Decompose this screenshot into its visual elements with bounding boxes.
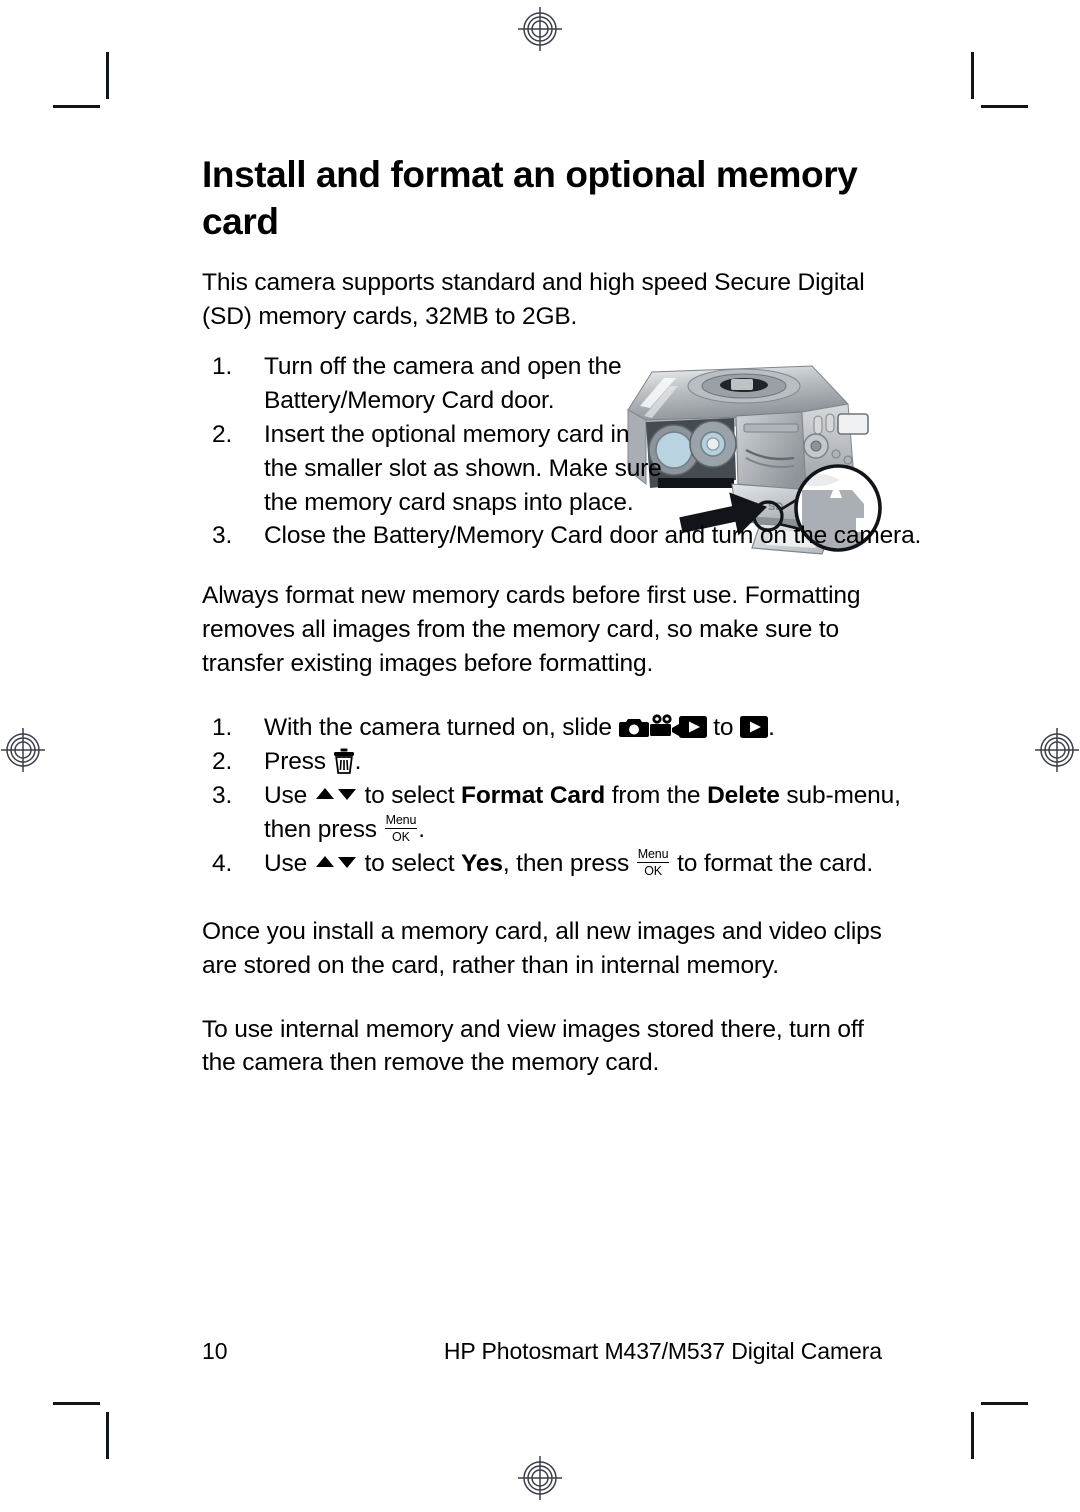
delete-menu-label: Delete (707, 781, 780, 809)
format-step-1-number: 1. (212, 714, 233, 742)
format-step-3: 3. Use to select Format Card from the De… (212, 779, 944, 847)
page-content: Install and format an optional memory ca… (202, 152, 921, 1080)
format-step-2-number: 2. (212, 748, 233, 776)
closing-paragraph-1: Once you install a memory card, all new … (202, 917, 882, 979)
closing-paragraph-2: To use internal memory and view images s… (202, 1015, 864, 1077)
format-step-2: 2. Press . (212, 745, 944, 779)
camera-icon (618, 716, 649, 738)
video-camera-icon (649, 714, 679, 738)
install-steps-section: SD 1. Turn off the camera and open the B… (202, 350, 921, 555)
format-step-3-number: 3. (212, 781, 233, 809)
format-step-1-text-post: . (768, 714, 775, 742)
format-note-paragraph: Always format new memory cards before fi… (202, 582, 861, 678)
format-step-3-text-pre: Use (264, 781, 308, 809)
format-step-4-number: 4. (212, 849, 233, 877)
page-title: Install and format an optional memory ca… (202, 154, 858, 242)
install-step-1-text: Turn off the camera and open the Battery… (264, 352, 622, 414)
menu-ok-icon-2-bottom: OK (644, 863, 662, 878)
up-down-arrows-icon (314, 786, 358, 802)
page-number: 10 (202, 1338, 228, 1364)
playback-icon-target (740, 716, 769, 739)
format-step-1: 1. With the camera turned on, slide to . (212, 711, 944, 745)
install-step-3-text: Close the Battery/Memory Card door and t… (264, 522, 922, 550)
format-step-1-text-mid: to (713, 714, 734, 742)
format-step-4-text-mid1: to select (364, 849, 455, 877)
install-step-3-number: 3. (212, 522, 233, 550)
playback-icon (678, 716, 707, 739)
manual-page: Install and format an optional memory ca… (0, 0, 1080, 1512)
install-step-2-text: Insert the optional memory card in the s… (264, 420, 662, 516)
menu-ok-icon-top: Menu (384, 812, 418, 829)
trash-icon (333, 748, 355, 774)
format-step-4-text-post: to format the card. (677, 849, 874, 877)
install-step-2: 2. Insert the optional memory card in th… (212, 418, 664, 520)
format-step-3-text-mid1: to select (364, 781, 455, 809)
format-step-4-text-mid2: , then press (502, 849, 630, 877)
yes-option-label: Yes (461, 849, 503, 877)
install-step-3: 3. Close the Battery/Memory Card door an… (212, 519, 944, 553)
format-step-4-text-pre: Use (264, 849, 308, 877)
product-name: HP Photosmart M437/M537 Digital Camera (443, 1338, 882, 1364)
format-step-1-text-pre: With the camera turned on, slide (264, 714, 612, 742)
menu-ok-icon-2: Menu OK (636, 846, 670, 878)
intro-paragraph: This camera supports standard and high s… (202, 268, 865, 330)
format-step-2-text-post: . (354, 748, 362, 776)
format-step-3-text-post: . (418, 815, 425, 843)
menu-ok-icon-bottom: OK (392, 829, 410, 844)
menu-ok-icon: Menu OK (384, 812, 418, 844)
format-card-label: Format Card (461, 781, 606, 809)
menu-ok-icon-2-top: Menu (636, 846, 670, 863)
install-step-1: 1. Turn off the camera and open the Batt… (212, 350, 664, 418)
up-down-arrows-icon-2 (314, 854, 358, 870)
install-step-2-number: 2. (212, 420, 233, 448)
format-step-3-text-mid2: from the (611, 781, 701, 809)
format-step-4: 4. Use to select Yes, then press Menu OK… (212, 847, 944, 881)
format-step-2-text-pre: Press (264, 748, 326, 776)
install-step-1-number: 1. (212, 352, 233, 380)
format-steps-list: 1. With the camera turned on, slide to .… (202, 711, 901, 881)
